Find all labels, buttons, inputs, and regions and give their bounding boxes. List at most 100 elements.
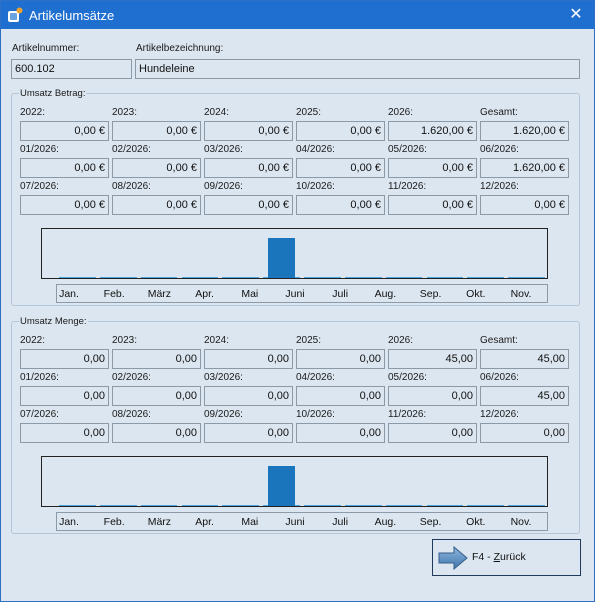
umsatz-menge-label-r1c2: 03/2026:	[204, 372, 243, 383]
umsatz-menge-value-field[interactable]: 0,00	[388, 386, 477, 406]
umsatz-betrag-label-r1c0: 01/2026:	[20, 144, 59, 155]
umsatz-betrag-value-field[interactable]: 0,00 €	[296, 158, 385, 178]
umsatz-betrag-value-field[interactable]: 0,00 €	[204, 121, 293, 141]
betrag-chart-baseline-1	[99, 277, 137, 278]
umsatz-menge-label-r1c0: 01/2026:	[20, 372, 59, 383]
umsatz-betrag-label-r0c0: 2022:	[20, 107, 46, 118]
menge-chart-month-label: Sep.	[419, 516, 442, 528]
umsatz-betrag-label-r0c2: 2024:	[204, 107, 230, 118]
umsatz-betrag-value-field[interactable]: 0,00 €	[204, 195, 293, 215]
menge-chart-month-label: Juni	[285, 516, 305, 528]
betrag-chart-month-label: Jan.	[59, 288, 79, 300]
umsatz-menge-value-field[interactable]: 45,00	[480, 349, 569, 369]
umsatz-menge-value-field[interactable]: 0,00	[480, 423, 569, 443]
betrag-chart-month-label: Aug.	[374, 288, 397, 300]
article-name-label: Artikelbezeichnung:	[136, 43, 224, 54]
menge-chart-bar-5	[268, 466, 295, 506]
umsatz-betrag-value-field[interactable]: 0,00 €	[388, 195, 477, 215]
umsatz-menge-value-field[interactable]: 0,00	[204, 349, 293, 369]
article-number-field[interactable]: 600.102	[11, 59, 132, 79]
umsatz-menge-label-r2c4: 11/2026:	[388, 409, 427, 420]
umsatz-menge-value-field[interactable]: 0,00	[20, 349, 109, 369]
umsatz-betrag-value-field[interactable]: 1.620,00 €	[480, 121, 569, 141]
title-bar[interactable]: Artikelumsätze ✕	[1, 1, 594, 29]
umsatz-betrag-label-r1c4: 05/2026:	[388, 144, 427, 155]
umsatz-betrag-label-r2c4: 11/2026:	[388, 181, 427, 192]
umsatz-menge-value-field[interactable]: 0,00	[112, 423, 201, 443]
umsatz-betrag-value-field[interactable]: 0,00 €	[296, 121, 385, 141]
umsatz-betrag-value-field[interactable]: 0,00 €	[204, 158, 293, 178]
articles-sales-window: Artikelumsätze ✕ Artikelnummer: 600.102 …	[0, 0, 595, 602]
betrag-chart-bar-5	[268, 238, 295, 278]
back-button[interactable]: F4 - Zurück	[432, 539, 581, 576]
umsatz-betrag-value-field[interactable]: 0,00 €	[112, 158, 201, 178]
umsatz-menge-value-field[interactable]: 0,00	[112, 349, 201, 369]
umsatz-menge-label-r0c0: 2022:	[20, 335, 46, 346]
umsatz-menge-value-field[interactable]: 0,00	[204, 386, 293, 406]
umsatz-menge-value-field[interactable]: 0,00	[112, 386, 201, 406]
umsatz-menge-label-r2c0: 07/2026:	[20, 409, 59, 420]
menge-chart-baseline-6	[304, 505, 341, 506]
article-name-field[interactable]: Hundeleine	[135, 59, 580, 79]
umsatz-betrag-label-r1c5: 06/2026:	[480, 144, 519, 155]
article-number-label: Artikelnummer:	[12, 43, 80, 54]
umsatz-menge-label-r0c3: 2025:	[296, 335, 322, 346]
betrag-chart-month-label: Apr.	[195, 288, 214, 300]
menge-chart-baseline-7	[344, 505, 382, 506]
umsatz-menge-value-field[interactable]: 0,00	[296, 349, 385, 369]
umsatz-betrag-value-field[interactable]: 0,00 €	[388, 158, 477, 178]
umsatz-menge-label-r0c5: Gesamt:	[480, 335, 518, 346]
betrag-chart-baseline-2	[140, 277, 178, 278]
umsatz-betrag-label-r1c3: 04/2026:	[296, 144, 335, 155]
umsatz-betrag-month-axis: Jan. Feb. März Apr. Mai Juni Juli Aug. Sep. Okt. N…	[56, 284, 548, 303]
menge-chart-month-label: Mai	[241, 516, 259, 528]
umsatz-betrag-label-r2c3: 10/2026:	[296, 181, 335, 192]
umsatz-betrag-value-field[interactable]: 0,00 €	[20, 158, 109, 178]
close-icon[interactable]: ✕	[566, 5, 586, 25]
umsatz-betrag-value-field[interactable]: 0,00 €	[480, 195, 569, 215]
umsatz-betrag-value-field[interactable]: 0,00 €	[296, 195, 385, 215]
umsatz-menge-value-field[interactable]: 0,00	[296, 423, 385, 443]
umsatz-menge-label-r2c2: 09/2026:	[204, 409, 243, 420]
umsatz-betrag-value-field[interactable]: 1.620,00 €	[388, 121, 477, 141]
umsatz-betrag-value-field[interactable]: 0,00 €	[20, 121, 109, 141]
umsatz-betrag-label-r2c5: 12/2026:	[480, 181, 519, 192]
betrag-chart-baseline-0	[59, 277, 96, 278]
betrag-chart-baseline-9	[426, 277, 464, 278]
umsatz-betrag-label-r0c3: 2025:	[296, 107, 322, 118]
umsatz-menge-label-r1c5: 06/2026:	[480, 372, 519, 383]
umsatz-menge-value-field[interactable]: 0,00	[204, 423, 293, 443]
betrag-chart-month-label: Sep.	[419, 288, 442, 300]
umsatz-menge-value-field[interactable]: 0,00	[20, 423, 109, 443]
umsatz-menge-value-field[interactable]: 45,00	[388, 349, 477, 369]
betrag-chart-month-label: Okt.	[466, 288, 486, 300]
umsatz-menge-label-r1c1: 02/2026:	[112, 372, 151, 383]
umsatz-betrag-value-field[interactable]: 0,00 €	[20, 195, 109, 215]
umsatz-menge-label-r1c3: 04/2026:	[296, 372, 335, 383]
betrag-chart-month-label: Juni	[285, 288, 305, 300]
umsatz-menge-label-r2c5: 12/2026:	[480, 409, 519, 420]
umsatz-betrag-label-r0c1: 2023:	[112, 107, 138, 118]
umsatz-betrag-title: Umsatz Betrag:	[19, 88, 87, 99]
arrow-right-icon	[438, 546, 468, 570]
umsatz-menge-value-field[interactable]: 45,00	[480, 386, 569, 406]
umsatz-menge-label-r1c4: 05/2026:	[388, 372, 427, 383]
menge-chart-month-label: Jan.	[59, 516, 79, 528]
umsatz-menge-value-field[interactable]: 0,00	[20, 386, 109, 406]
umsatz-betrag-value-field[interactable]: 1.620,00 €	[480, 158, 569, 178]
betrag-chart-month-label: März	[147, 288, 172, 300]
betrag-chart-baseline-3	[181, 277, 219, 278]
umsatz-betrag-label-r0c4: 2026:	[388, 107, 414, 118]
umsatz-betrag-label-r2c2: 09/2026:	[204, 181, 243, 192]
menge-chart-baseline-2	[140, 505, 178, 506]
menge-chart-month-label: Okt.	[466, 516, 486, 528]
umsatz-menge-value-field[interactable]: 0,00	[296, 386, 385, 406]
betrag-chart-baseline-7	[344, 277, 382, 278]
betrag-chart-baseline-10	[467, 277, 505, 278]
betrag-chart-baseline-11	[508, 277, 545, 278]
umsatz-betrag-value-field[interactable]: 0,00 €	[112, 195, 201, 215]
umsatz-betrag-value-field[interactable]: 0,00 €	[112, 121, 201, 141]
umsatz-menge-value-field[interactable]: 0,00	[388, 423, 477, 443]
umsatz-menge-label-r0c1: 2023:	[112, 335, 138, 346]
umsatz-menge-title: Umsatz Menge:	[19, 316, 88, 327]
